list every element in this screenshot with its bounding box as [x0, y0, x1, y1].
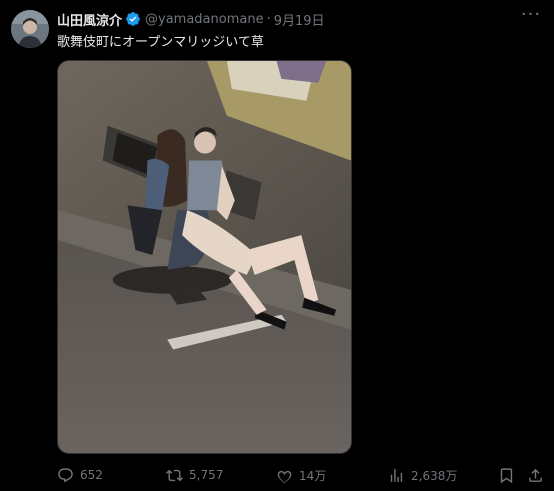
heart-icon [277, 470, 292, 483]
repost-count: 5,757 [189, 468, 224, 482]
repost-button[interactable]: 5,757 [166, 464, 223, 486]
avatar-image [11, 10, 49, 48]
bookmark-button[interactable] [498, 464, 515, 486]
avatar[interactable] [11, 10, 49, 48]
repost-icon [166, 469, 183, 481]
post-photo[interactable] [57, 60, 352, 454]
reply-count: 652 [80, 468, 103, 482]
share-icon [529, 468, 542, 482]
reply-button[interactable]: 652 [57, 464, 103, 486]
tweet[interactable]: 山田風涼介 @yamadanomane · 9月19日 ··· 歌舞伎町にオープ… [0, 0, 554, 491]
more-options-button[interactable]: ··· [520, 6, 542, 28]
photo-scene [58, 61, 351, 453]
tweet-text: 歌舞伎町にオープンマリッジいて草 [57, 35, 264, 50]
views-icon [390, 468, 403, 482]
reply-icon [58, 467, 73, 482]
views-count: 2,638万 [411, 468, 458, 483]
bookmark-icon [500, 467, 513, 483]
verified-badge-icon [125, 11, 141, 27]
action-bar: 652 5,757 14万 2,638万 [57, 464, 544, 486]
share-button[interactable] [527, 464, 544, 486]
like-count: 14万 [299, 468, 327, 483]
author-handle[interactable]: @yamadanomane [145, 12, 264, 27]
views-button[interactable]: 2,638万 [388, 464, 457, 486]
post-date[interactable]: 9月19日 [274, 10, 325, 29]
like-button[interactable]: 14万 [276, 464, 326, 486]
separator-dot: · [266, 11, 271, 27]
tweet-header: 山田風涼介 @yamadanomane · 9月19日 [57, 9, 514, 29]
author-name[interactable]: 山田風涼介 [57, 10, 122, 29]
